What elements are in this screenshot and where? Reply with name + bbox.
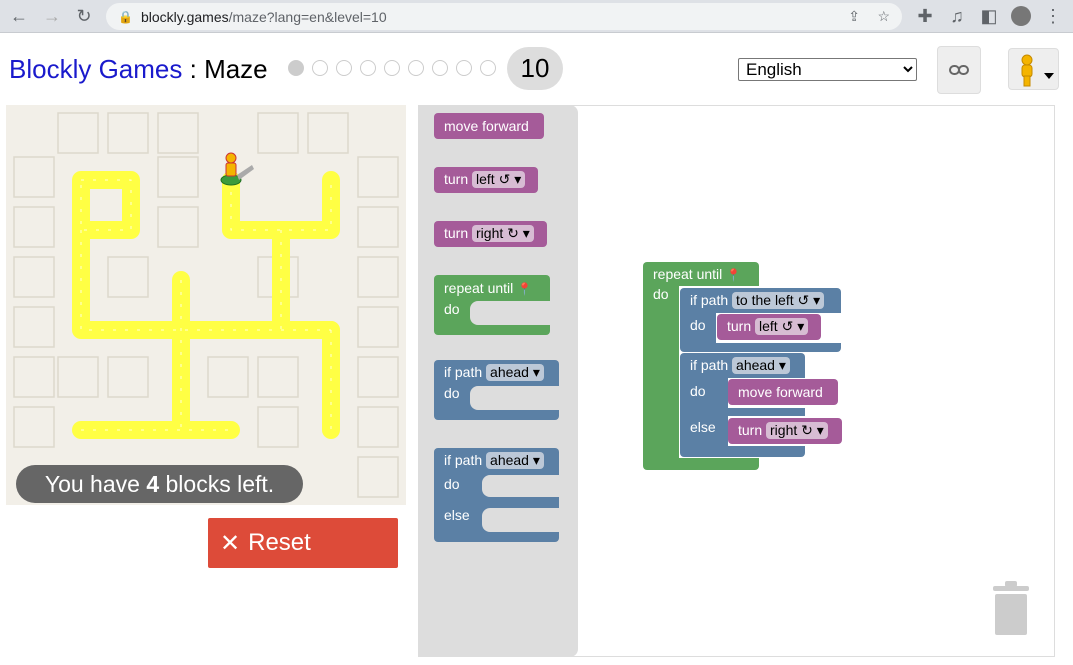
toolbox-move-forward-block[interactable]: move forward — [434, 113, 544, 139]
pegman-icon — [1021, 54, 1054, 87]
move-forward-block[interactable]: move forward — [728, 379, 838, 405]
app-name: Maze — [204, 54, 268, 84]
blocks-left-message: You have 4 blocks left. — [16, 465, 303, 503]
block-label: repeat until — [653, 266, 723, 282]
path-dropdown[interactable]: ahead ▾ — [486, 364, 544, 381]
trash-can-icon[interactable] — [991, 580, 1031, 636]
turn-right-block[interactable]: turn right ↻ ▾ — [728, 418, 842, 444]
reset-label: Reset — [248, 529, 311, 556]
toolbox-repeat-until-block[interactable]: repeat until 📍 do — [434, 275, 550, 335]
statement-slot — [470, 386, 559, 410]
level-dot[interactable] — [360, 60, 376, 76]
maze-canvas — [6, 105, 406, 505]
block-label: repeat until — [444, 280, 514, 296]
do-label: do — [444, 476, 460, 492]
toolbox-if-else-block[interactable]: if path ahead ▾ do else — [434, 448, 559, 542]
goal-marker-icon: 📍 — [726, 268, 742, 282]
do-label: do — [653, 286, 669, 302]
block-label: if path — [444, 364, 483, 380]
block-label: turn — [444, 225, 469, 241]
reload-icon[interactable]: ↻ — [72, 4, 96, 28]
path-dropdown[interactable]: ahead ▾ — [732, 357, 790, 374]
url-host: blockly.games — [140, 8, 229, 25]
direction-dropdown[interactable]: right ↻ ▾ — [472, 225, 534, 242]
forward-icon[interactable]: → — [40, 4, 64, 28]
level-dot[interactable] — [480, 60, 496, 76]
do-label: do — [444, 301, 460, 317]
path-dropdown[interactable]: ahead ▾ — [486, 452, 544, 469]
path-dropdown[interactable]: to the left ↺ ▾ — [732, 292, 825, 309]
statement-slot — [470, 301, 550, 325]
url-path: /maze?lang=en&level=10 — [228, 8, 387, 25]
lock-icon: 🔒 — [118, 9, 133, 24]
block-label: move forward — [738, 384, 823, 400]
pegman-player — [220, 152, 254, 186]
do-label: do — [444, 385, 460, 401]
block-label: if path — [690, 292, 729, 308]
toolbox-if-path-block[interactable]: if path ahead ▾ do — [434, 360, 559, 420]
back-icon[interactable]: ← — [7, 4, 31, 28]
level-dot[interactable] — [456, 60, 472, 76]
level-dot[interactable] — [288, 60, 304, 76]
do-label: do — [690, 383, 706, 399]
address-bar[interactable]: 🔒 blockly.games/maze?lang=en&level=10 ⇪ … — [106, 3, 902, 30]
block-label: move forward — [444, 118, 529, 134]
menu-icon[interactable]: ⋮ — [1041, 4, 1065, 28]
level-dot[interactable] — [336, 60, 352, 76]
statement-slot — [482, 475, 559, 497]
blocks-left-count: 4 — [146, 470, 160, 497]
goal-marker-icon: 📍 — [517, 282, 533, 296]
turn-left-block[interactable]: turn left ↺ ▾ — [717, 314, 821, 340]
do-label: do — [690, 317, 706, 333]
maze-board — [13, 112, 399, 498]
title-separator: : — [182, 54, 205, 84]
block-label: if path — [444, 452, 483, 468]
brand-link[interactable]: Blockly Games — [9, 54, 182, 84]
link-icon — [949, 65, 969, 75]
message-prefix: You have — [44, 470, 147, 497]
browser-toolbar: ← → ↻ 🔒 blockly.games/maze?lang=en&level… — [0, 0, 1073, 33]
link-button[interactable] — [937, 46, 981, 94]
extensions-icon[interactable]: ✚ — [913, 4, 937, 28]
block-label: turn — [727, 318, 752, 334]
else-label: else — [690, 419, 716, 435]
block-label: turn — [444, 171, 469, 187]
direction-dropdown[interactable]: left ↺ ▾ — [755, 318, 809, 335]
message-suffix: blocks left. — [159, 470, 275, 497]
direction-dropdown[interactable]: right ↻ ▾ — [766, 422, 828, 439]
toolbox-turn-right-block[interactable]: turn right ↻ ▾ — [434, 221, 547, 247]
block-label: turn — [738, 422, 763, 438]
current-level-badge: 10 — [507, 47, 563, 90]
media-icon[interactable]: ♫ — [945, 4, 969, 28]
close-icon: ✕ — [220, 529, 241, 557]
pegman-button[interactable] — [1008, 48, 1059, 90]
statement-slot — [482, 508, 559, 532]
direction-dropdown[interactable]: left ↺ ▾ — [472, 171, 526, 188]
profile-avatar[interactable] — [1009, 4, 1033, 28]
else-label: else — [444, 507, 470, 523]
block-label: if path — [690, 357, 729, 373]
level-dot[interactable] — [408, 60, 424, 76]
reset-button[interactable]: ✕ Reset — [208, 518, 398, 568]
language-select[interactable]: English — [738, 58, 917, 81]
share-icon[interactable]: ⇪ — [848, 8, 860, 25]
toolbox-turn-left-block[interactable]: turn left ↺ ▾ — [434, 167, 538, 193]
side-panel-icon[interactable]: ◧ — [977, 4, 1001, 28]
level-dot[interactable] — [312, 60, 328, 76]
level-dot[interactable] — [432, 60, 448, 76]
page-title: Blockly Games : Maze — [9, 54, 268, 85]
bookmark-star-icon[interactable]: ☆ — [877, 8, 890, 25]
level-dot[interactable] — [384, 60, 400, 76]
level-dots — [288, 60, 496, 76]
